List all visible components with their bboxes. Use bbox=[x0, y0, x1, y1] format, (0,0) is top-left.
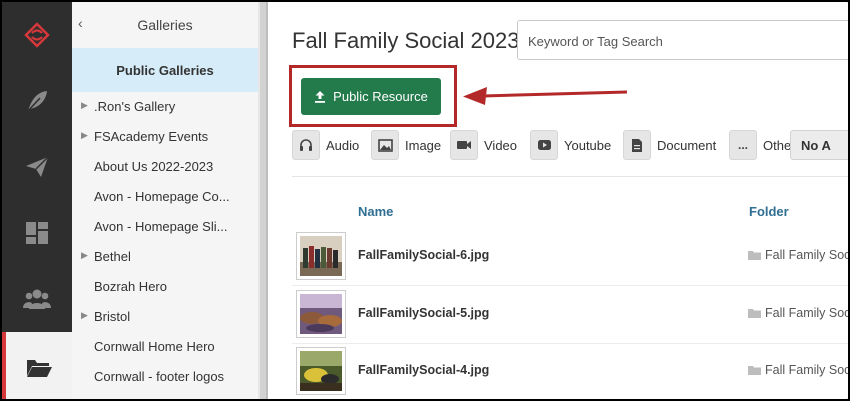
image-icon bbox=[371, 130, 399, 160]
thumbnail[interactable] bbox=[296, 347, 346, 395]
callout-arrow-icon bbox=[463, 87, 628, 105]
rail-item-users[interactable] bbox=[2, 266, 72, 332]
rail-item-home[interactable] bbox=[2, 2, 72, 68]
thumbnail[interactable] bbox=[296, 290, 346, 338]
row-divider bbox=[292, 285, 848, 286]
folder-icon bbox=[748, 251, 761, 260]
rail-item-publish[interactable] bbox=[2, 134, 72, 200]
gallery-item-label: Bozrah Hero bbox=[94, 279, 167, 294]
gallery-item[interactable]: Cornwall Home Hero bbox=[72, 332, 258, 362]
filter-youtube[interactable]: Youtube bbox=[530, 130, 611, 160]
rail-item-files[interactable] bbox=[2, 332, 72, 399]
video-camera-icon bbox=[450, 130, 478, 160]
search-box[interactable] bbox=[517, 20, 848, 60]
gallery-item[interactable]: ▶ Bristol bbox=[72, 302, 258, 332]
panel-resize-handle[interactable] bbox=[258, 2, 268, 399]
expand-caret-icon[interactable]: ▶ bbox=[81, 310, 88, 321]
dashboard-icon bbox=[26, 222, 48, 244]
gallery-item-label: Cornwall Home Hero bbox=[94, 339, 215, 354]
gallery-item-label: Bethel bbox=[94, 249, 131, 264]
filter-audio[interactable]: Audio bbox=[292, 130, 359, 160]
upload-icon bbox=[315, 91, 326, 103]
filter-other[interactable]: ... Other bbox=[729, 130, 796, 160]
gallery-item-public-galleries[interactable]: Public Galleries bbox=[72, 48, 258, 92]
gallery-item[interactable]: Avon - Homepage Co... bbox=[72, 182, 258, 212]
family-photo-thumbnail bbox=[300, 236, 342, 276]
gallery-item-label: .Ron's Gallery bbox=[94, 99, 176, 114]
food-photo-thumbnail bbox=[300, 294, 342, 334]
search-input[interactable] bbox=[528, 31, 828, 51]
file-name[interactable]: FallFamilySocial-5.jpg bbox=[358, 306, 489, 320]
gallery-item-label: Avon - Homepage Sli... bbox=[94, 219, 228, 234]
thumbnail[interactable] bbox=[296, 232, 346, 280]
column-header-folder[interactable]: Folder bbox=[749, 204, 789, 219]
gallery-item-label: Avon - Homepage Co... bbox=[94, 189, 230, 204]
filter-label: Youtube bbox=[564, 137, 612, 153]
table-row[interactable]: FallFamilySocial-6.jpg Fall Family Soc bbox=[292, 232, 850, 282]
gallery-item[interactable]: Cornwall - footer logos bbox=[72, 362, 258, 392]
table-row[interactable]: FallFamilySocial-4.jpg Fall Family Soc bbox=[292, 347, 850, 397]
divider bbox=[292, 176, 848, 177]
folder-icon bbox=[748, 366, 761, 375]
filter-no-audience[interactable]: No A bbox=[790, 130, 848, 160]
gallery-item[interactable]: ▶ Bethel bbox=[72, 242, 258, 272]
document-icon bbox=[623, 130, 651, 160]
rail-item-content[interactable] bbox=[2, 68, 72, 134]
public-resource-label: Public Resource bbox=[333, 89, 428, 104]
page-title: Fall Family Social 2023 bbox=[292, 28, 520, 53]
filter-label: Image bbox=[405, 137, 442, 153]
filter-image[interactable]: Image bbox=[371, 130, 441, 160]
users-group-icon bbox=[23, 289, 51, 309]
expand-caret-icon[interactable]: ▶ bbox=[81, 130, 88, 141]
rail-item-dashboard[interactable] bbox=[2, 200, 72, 266]
gallery-item-label: Cornwall - footer logos bbox=[94, 369, 225, 384]
gallery-item[interactable]: Avon - Homepage Sli... bbox=[72, 212, 258, 242]
gallery-panel-title: Galleries bbox=[137, 17, 193, 33]
expand-caret-icon[interactable]: ▶ bbox=[81, 250, 88, 261]
filter-label: Audio bbox=[326, 137, 360, 153]
gallery-item[interactable]: Bozrah Hero bbox=[72, 272, 258, 302]
folder-icon bbox=[748, 309, 761, 318]
filter-video[interactable]: Video bbox=[450, 130, 517, 160]
filter-document[interactable]: Document bbox=[623, 130, 716, 160]
folder-name: Fall Family Soc bbox=[765, 363, 850, 377]
public-resource-button[interactable]: Public Resource bbox=[301, 78, 441, 115]
filter-label: Document bbox=[657, 137, 717, 153]
gallery-item[interactable]: ▶ FSAcademy Events bbox=[72, 122, 258, 152]
folder-cell: Fall Family Soc bbox=[748, 306, 850, 320]
table-row[interactable]: FallFamilySocial-5.jpg Fall Family Soc bbox=[292, 290, 850, 340]
gallery-item-label: Bristol bbox=[94, 309, 131, 324]
feather-icon bbox=[27, 91, 47, 112]
gallery-item-label: About Us 2022-2023 bbox=[94, 159, 214, 174]
folder-name: Fall Family Soc bbox=[765, 248, 850, 262]
gallery-item[interactable]: ▶ .Ron's Gallery bbox=[72, 92, 258, 122]
sidebar-rail bbox=[2, 2, 72, 399]
column-header-name[interactable]: Name bbox=[358, 204, 393, 219]
gallery-panel-header: ‹ Galleries bbox=[72, 2, 258, 46]
row-divider bbox=[292, 343, 848, 344]
folder-cell: Fall Family Soc bbox=[748, 363, 850, 377]
gallery-item-label: FSAcademy Events bbox=[94, 129, 209, 144]
expand-caret-icon[interactable]: ▶ bbox=[81, 100, 88, 111]
brand-logo-icon bbox=[24, 22, 50, 48]
gallery-panel: ‹ Galleries Public Galleries ▶ .Ron's Gal… bbox=[72, 2, 258, 399]
ellipsis-icon: ... bbox=[729, 130, 757, 160]
headphones-icon bbox=[292, 130, 320, 160]
folder-open-icon bbox=[27, 359, 52, 377]
toy-photo-thumbnail bbox=[300, 351, 342, 391]
file-name[interactable]: FallFamilySocial-4.jpg bbox=[358, 363, 489, 377]
gallery-list: ▶ .Ron's Gallery ▶ FSAcademy Events About … bbox=[72, 92, 258, 392]
folder-name: Fall Family Soc bbox=[765, 306, 850, 320]
filter-label: Video bbox=[484, 137, 518, 153]
gallery-item[interactable]: About Us 2022-2023 bbox=[72, 152, 258, 182]
youtube-icon bbox=[530, 130, 558, 160]
app-window: ‹ Galleries Public Galleries ▶ .Ron's Gal… bbox=[0, 0, 850, 401]
folder-cell: Fall Family Soc bbox=[748, 248, 850, 262]
paper-plane-icon bbox=[26, 156, 49, 177]
file-name[interactable]: FallFamilySocial-6.jpg bbox=[358, 248, 489, 262]
main-content: Fall Family Social 2023 Public Resource … bbox=[268, 2, 850, 399]
